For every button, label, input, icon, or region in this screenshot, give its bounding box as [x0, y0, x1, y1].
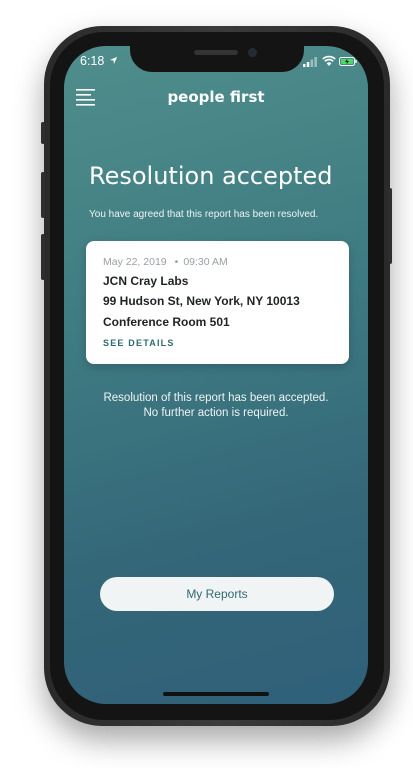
report-datetime: May 22, 2019 • 09:30 AM	[103, 256, 228, 268]
volume-up-button	[41, 172, 45, 218]
my-reports-button[interactable]: My Reports	[100, 577, 334, 611]
notch	[130, 38, 304, 72]
page-subtitle: You have agreed that this report has bee…	[89, 209, 319, 220]
report-company: JCN Cray Labs	[103, 274, 189, 288]
report-address: 99 Hudson St, New York, NY 10013	[103, 294, 300, 308]
volume-down-button	[41, 234, 45, 280]
resolution-message: Resolution of this report has been accep…	[64, 391, 368, 421]
wifi-icon	[322, 55, 336, 66]
report-room: Conference Room 501	[103, 315, 230, 329]
power-button	[388, 188, 392, 264]
battery-charging-icon	[339, 57, 357, 66]
app-brand: people first	[167, 88, 265, 106]
home-indicator[interactable]	[163, 692, 269, 696]
mute-switch	[41, 122, 45, 144]
separator-dot: •	[174, 256, 179, 268]
location-arrow-icon	[109, 56, 118, 65]
report-time: 09:30 AM	[183, 256, 228, 268]
page-title: Resolution accepted	[89, 162, 333, 190]
signal-icon	[303, 57, 317, 67]
message-line-1: Resolution of this report has been accep…	[103, 392, 329, 404]
status-time: 6:18	[80, 54, 105, 68]
message-line-2: No further action is required.	[143, 407, 289, 419]
report-date: May 22, 2019	[103, 256, 167, 268]
see-details-link[interactable]: SEE DETAILS	[103, 338, 175, 348]
front-camera	[248, 48, 257, 57]
speaker	[194, 50, 238, 55]
